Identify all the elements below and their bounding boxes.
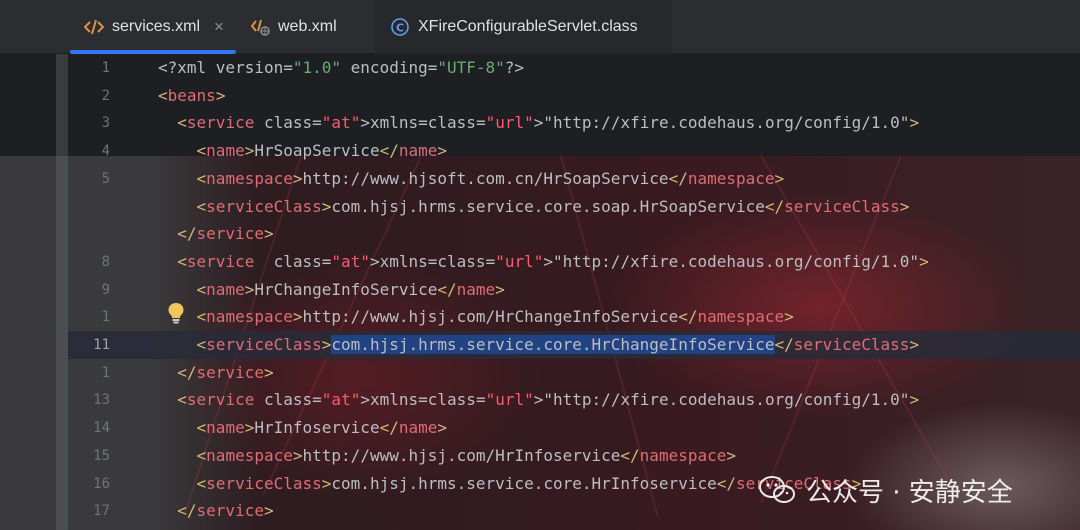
code-line[interactable]: 4 <name>HrSoapService</name> (0, 137, 1080, 165)
watermark: 公众号 · 安静安全 (758, 470, 1013, 510)
code-text: </service> (177, 362, 274, 382)
code-editor[interactable]: 1 <?xml version="1.0" encoding="UTF-8"?> 2… (0, 54, 1080, 530)
code-line[interactable]: 11 <serviceClass>com.hjsj.hrms.service.c… (0, 331, 1080, 359)
code-text: <namespace>http://www.hjsoft.com.cn/HrSo… (196, 168, 785, 188)
line-number: 1 (101, 309, 110, 326)
line-number: 3 (101, 115, 110, 132)
code-text: </service> (177, 501, 274, 521)
code-text: <serviceClass>com.hjsj.hrms.service.core… (196, 196, 910, 216)
wechat-icon (759, 476, 795, 503)
code-text: <serviceClass>com.hjsj.hrms.service.core… (196, 335, 920, 354)
line-number: 16 (93, 475, 110, 492)
code-text: <name>HrInfoservice</name> (196, 418, 448, 438)
code-line[interactable]: 1 </service> (0, 359, 1080, 387)
line-number: 17 (93, 503, 110, 520)
line-number: 13 (93, 392, 110, 409)
code-line[interactable]: 8 <service class="at">xmlns=class="url">… (0, 248, 1080, 276)
code-text: <?xml version="1.0" encoding="UTF-8"?> (158, 58, 525, 77)
code-text: <service class="at">xmlns=class="url">"h… (177, 390, 920, 410)
line-number: 14 (93, 420, 110, 437)
line-number: 4 (101, 143, 110, 160)
tab-services-xml[interactable]: services.xml × (70, 0, 236, 54)
code-text: <name>HrSoapService</name> (196, 141, 448, 161)
lightbulb-icon[interactable] (167, 302, 185, 324)
line-number: 15 (93, 447, 110, 464)
code-line[interactable]: <serviceClass>com.hjsj.hrms.service.core… (0, 193, 1080, 221)
code-line[interactable]: 2 <beans> (0, 82, 1080, 110)
line-number: 9 (101, 281, 110, 298)
code-text: <namespace>http://www.hjsj.com/HrChangeI… (196, 307, 794, 327)
watermark-text: 公众号 · 安静安全 (806, 477, 1013, 508)
code-text: <service class="at">xmlns=class="url">"h… (177, 251, 929, 271)
code-text: <name>HrChangeInfoService</name> (196, 279, 505, 299)
code-line[interactable]: </service> (0, 220, 1080, 248)
code-text: <serviceClass>com.hjsj.hrms.service.core… (196, 473, 862, 493)
xml-code-icon (84, 17, 104, 37)
svg-text:C: C (396, 22, 404, 35)
web-xml-icon (250, 17, 270, 37)
class-c-icon: C (390, 17, 410, 37)
code-line[interactable]: 3 <service class="at">xmlns=class="url">… (0, 109, 1080, 137)
code-line[interactable]: 5 <namespace>http://www.hjsoft.com.cn/Hr… (0, 165, 1080, 193)
line-number: 11 (93, 337, 110, 353)
code-text: <beans> (158, 85, 226, 105)
code-line[interactable]: 15 <namespace>http://www.hjsj.com/HrInfo… (0, 442, 1080, 470)
line-number: 8 (101, 253, 110, 270)
editor-tab-bar: services.xml × web.xml C XFireConfigurab… (0, 0, 1080, 54)
code-line[interactable]: 13 <service class="at">xmlns=class="url"… (0, 386, 1080, 414)
line-number: 1 (101, 364, 110, 381)
line-number: 1 (101, 60, 110, 76)
line-number: 5 (101, 170, 110, 187)
close-icon[interactable]: × (214, 17, 224, 37)
code-line[interactable]: 14 <name>HrInfoservice</name> (0, 414, 1080, 442)
code-text: <namespace>http://www.hjsj.com/HrInfoser… (196, 445, 737, 465)
code-text: </service> (177, 224, 274, 244)
code-line[interactable]: 9 <name>HrChangeInfoService</name> (0, 276, 1080, 304)
tab-label: services.xml (112, 18, 201, 35)
code-line[interactable]: 1 <?xml version="1.0" encoding="UTF-8"?> (0, 54, 1080, 82)
tab-web-xml[interactable]: web.xml (236, 0, 374, 54)
code-text: <service class="at">xmlns=class="url">"h… (177, 113, 920, 133)
code-line[interactable]: 1 <namespace>http://www.hjsj.com/HrChang… (0, 303, 1080, 331)
tab-label: XFireConfigurableServlet.class (418, 18, 638, 35)
line-number: 2 (101, 87, 110, 104)
tab-xfire-servlet-class[interactable]: C XFireConfigurableServlet.class (374, 0, 672, 54)
tab-label: web.xml (278, 18, 337, 35)
